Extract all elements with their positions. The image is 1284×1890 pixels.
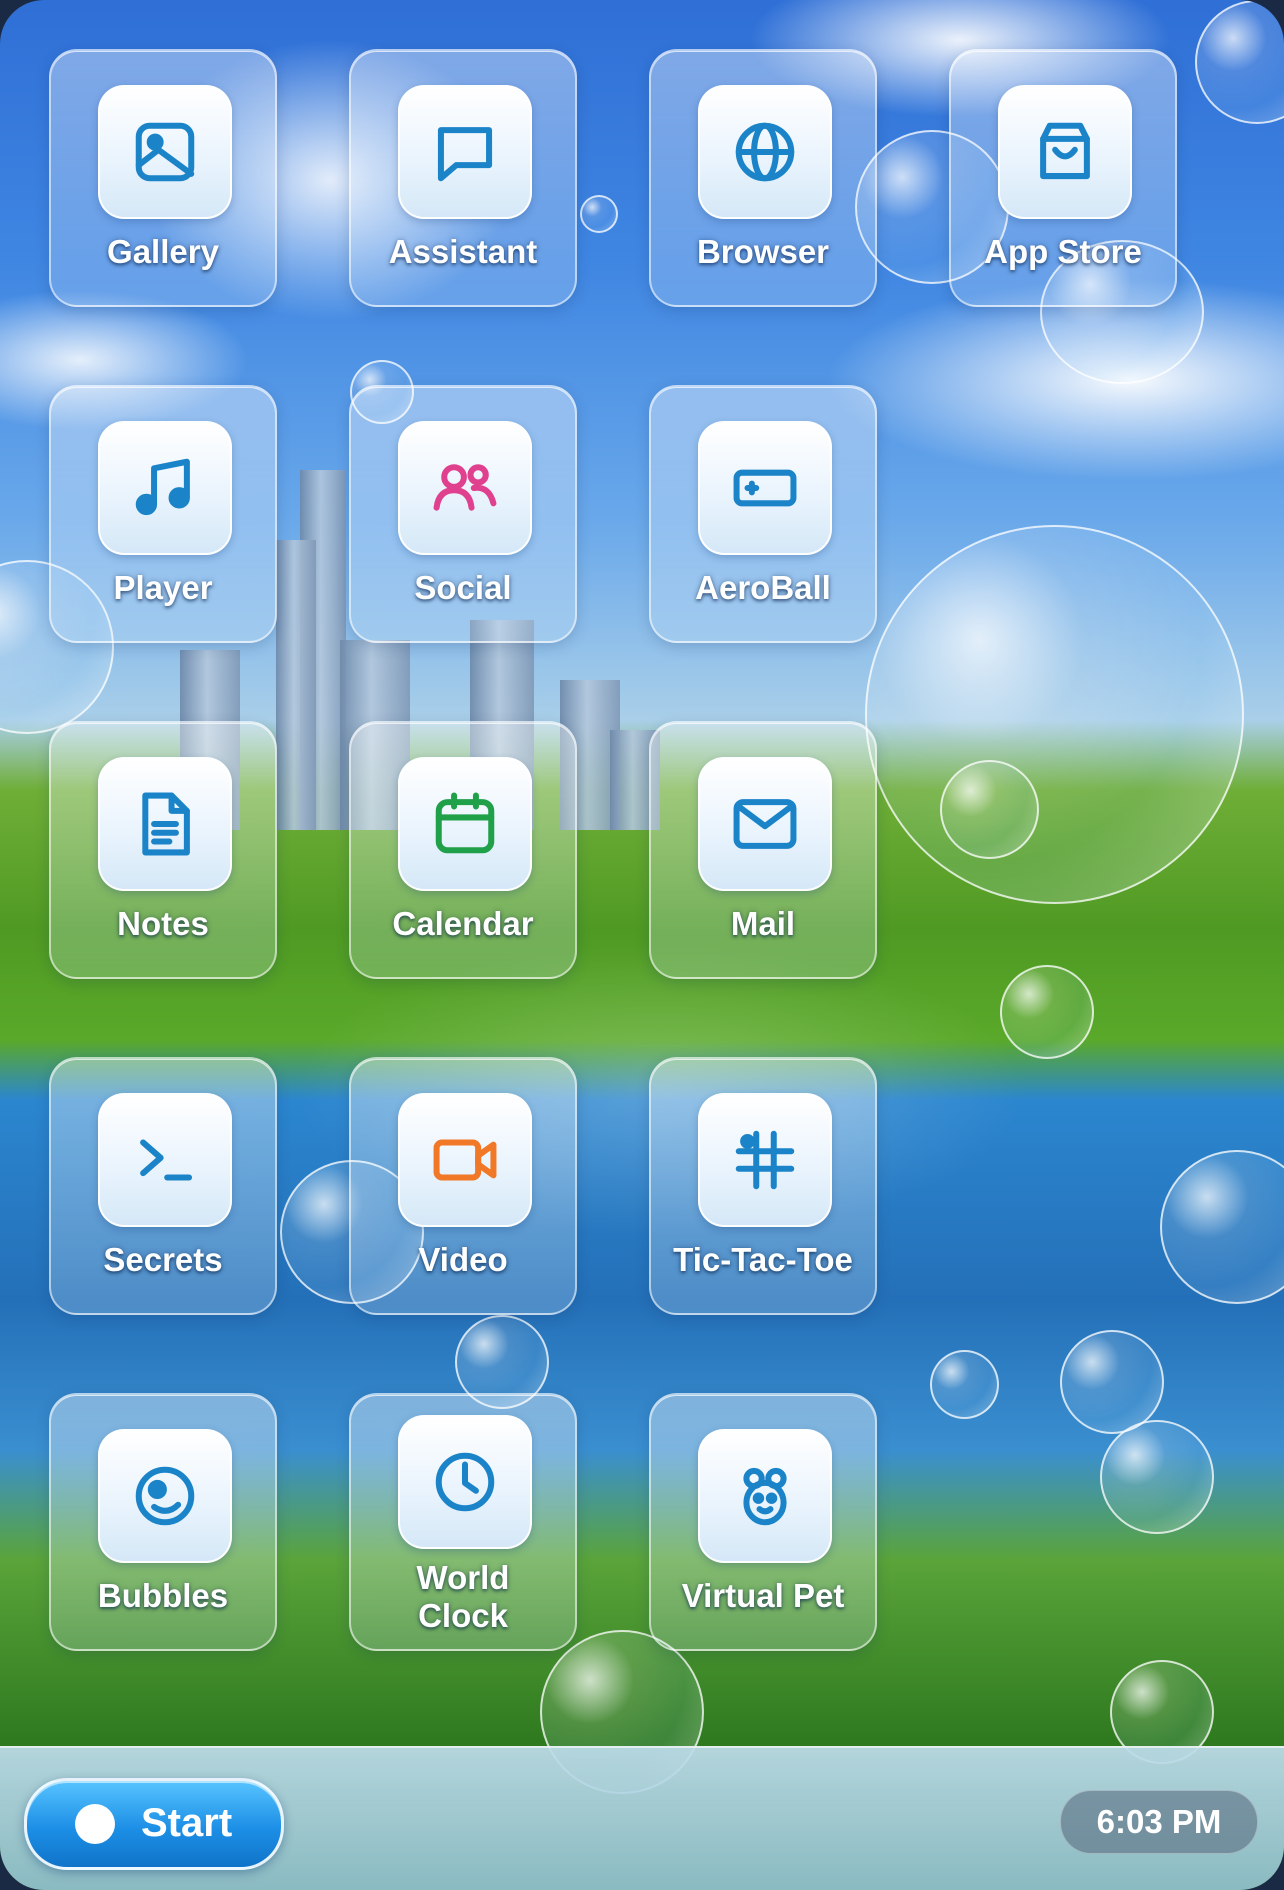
app-assistant-tile — [398, 85, 532, 219]
app-calendar[interactable]: Calendar — [349, 721, 577, 979]
app-tic-tac-toe-tile — [698, 1093, 832, 1227]
app-secrets-tile — [98, 1093, 232, 1227]
globe-icon — [735, 122, 795, 182]
app-world-clock[interactable]: World Clock — [349, 1393, 577, 1651]
app-label: Assistant — [388, 233, 538, 270]
hash-grid-icon — [735, 1130, 795, 1190]
app-label: App Store — [984, 233, 1142, 270]
start-button[interactable]: Start — [24, 1778, 284, 1870]
app-social-tile — [398, 421, 532, 555]
app-bubbles[interactable]: Bubbles — [49, 1393, 277, 1651]
app-label: Secrets — [103, 1241, 223, 1278]
app-video-tile — [398, 1093, 532, 1227]
app-label: Gallery — [107, 233, 219, 270]
start-orb-icon — [75, 1804, 115, 1844]
envelope-icon — [733, 799, 797, 849]
app-app-store[interactable]: App Store — [949, 49, 1177, 307]
app-tic-tac-toe[interactable]: Tic-Tac-Toe — [649, 1057, 877, 1315]
taskbar: Start 6:03 PM — [0, 1746, 1284, 1890]
shopping-bag-icon — [1040, 122, 1090, 180]
app-label: Player — [113, 569, 213, 606]
terminal-icon — [140, 1139, 193, 1181]
app-notes-tile — [98, 757, 232, 891]
app-label: Notes — [117, 905, 209, 942]
app-label: Tic-Tac-Toe — [673, 1241, 853, 1278]
app-aeroball[interactable]: AeroBall — [649, 385, 877, 643]
app-browser-tile — [698, 85, 832, 219]
image-icon — [135, 122, 195, 182]
app-label: Social — [414, 569, 512, 606]
app-label: Calendar — [392, 905, 534, 942]
app-label: Bubbles — [97, 1577, 229, 1614]
users-icon — [433, 464, 497, 511]
app-label: Video — [418, 1241, 508, 1278]
app-label: Virtual Pet — [681, 1577, 845, 1614]
app-app-store-tile — [998, 85, 1132, 219]
app-label: AeroBall — [695, 569, 831, 606]
bubble-face-icon — [135, 1466, 195, 1526]
home-screen: Gallery Assistant Browser App Store Play… — [0, 0, 1284, 1890]
app-social[interactable]: Social — [349, 385, 577, 643]
app-bubbles-tile — [98, 1429, 232, 1563]
chat-bubble-icon — [437, 127, 493, 182]
app-gallery-tile — [98, 85, 232, 219]
calendar-icon — [435, 792, 495, 854]
music-note-icon — [135, 458, 190, 516]
app-mail-tile — [698, 757, 832, 891]
app-mail[interactable]: Mail — [649, 721, 877, 979]
app-virtual-pet-tile — [698, 1429, 832, 1563]
app-label: Browser — [696, 233, 830, 270]
app-video[interactable]: Video — [349, 1057, 577, 1315]
app-aeroball-tile — [698, 421, 832, 555]
gamepad-icon — [733, 469, 797, 507]
app-label: Mail — [730, 905, 796, 942]
app-calendar-tile — [398, 757, 532, 891]
app-virtual-pet[interactable]: Virtual Pet — [649, 1393, 877, 1651]
document-icon — [142, 792, 190, 856]
app-gallery[interactable]: Gallery — [49, 49, 277, 307]
clock-icon — [435, 1452, 495, 1512]
app-world-clock-tile — [398, 1415, 532, 1549]
app-player[interactable]: Player — [49, 385, 277, 643]
app-browser[interactable]: Browser — [649, 49, 877, 307]
app-assistant[interactable]: Assistant — [349, 49, 577, 307]
video-camera-icon — [433, 1139, 497, 1181]
app-player-tile — [98, 421, 232, 555]
app-secrets[interactable]: Secrets — [49, 1057, 277, 1315]
app-notes[interactable]: Notes — [49, 721, 277, 979]
bear-icon — [743, 1467, 787, 1526]
taskbar-clock[interactable]: 6:03 PM — [1060, 1790, 1258, 1854]
start-label: Start — [141, 1801, 233, 1845]
app-label: World Clock — [416, 1559, 510, 1634]
